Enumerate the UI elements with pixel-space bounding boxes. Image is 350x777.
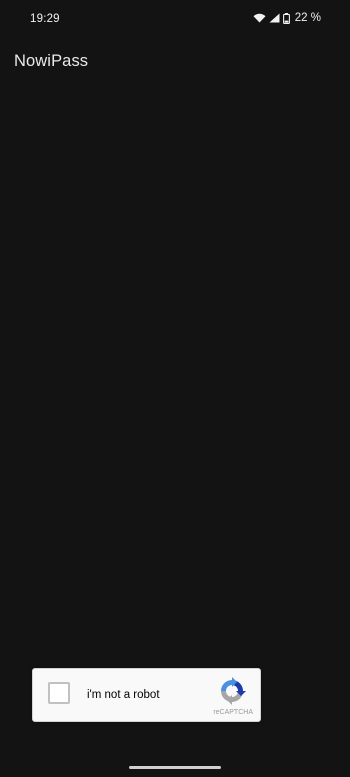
recaptcha-label: i'm not a robot bbox=[87, 689, 160, 701]
wifi-icon bbox=[253, 13, 266, 23]
app-screen: 19:29 22 % NowiPass i'm not a robot reCA… bbox=[0, 0, 350, 777]
signal-icon bbox=[269, 13, 280, 23]
app-bar: NowiPass bbox=[14, 52, 88, 76]
app-title: NowiPass bbox=[14, 52, 89, 70]
battery-icon bbox=[282, 12, 290, 24]
gesture-nav-handle[interactable] bbox=[129, 766, 221, 769]
recaptcha-checkbox[interactable] bbox=[48, 682, 70, 704]
battery-percentage: 22 % bbox=[294, 12, 321, 24]
recaptcha-brand: reCAPTCHA bbox=[213, 709, 253, 716]
status-time: 19:29 bbox=[30, 13, 60, 25]
recaptcha-widget: i'm not a robot reCAPTCHA bbox=[32, 668, 261, 722]
status-icons: 22 % bbox=[253, 12, 321, 24]
status-bar: 19:29 22 % bbox=[0, 0, 350, 40]
recaptcha-logo-icon bbox=[217, 676, 247, 706]
